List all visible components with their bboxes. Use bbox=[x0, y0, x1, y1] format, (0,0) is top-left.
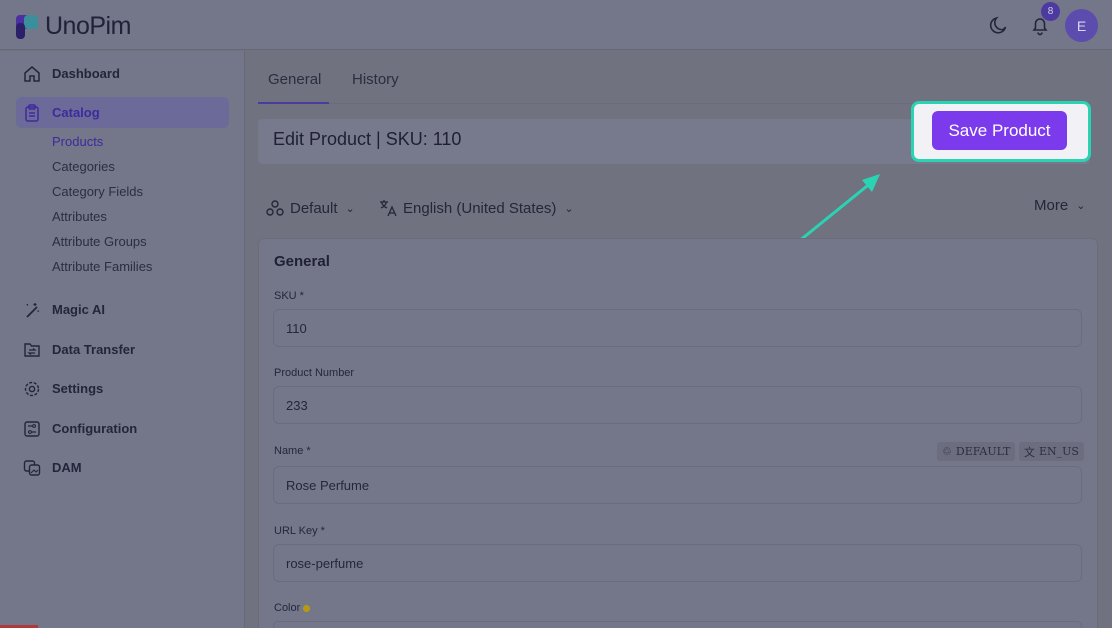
sidebar-item-magic-ai[interactable]: Magic AI bbox=[16, 294, 229, 325]
sku-field[interactable]: 110 bbox=[273, 309, 1082, 347]
avatar[interactable]: E bbox=[1065, 9, 1098, 42]
tab-general[interactable]: General bbox=[268, 71, 321, 88]
sidebar-subitem-attributes[interactable]: Attributes bbox=[52, 209, 107, 224]
sidebar-subitem-products[interactable]: Products bbox=[52, 134, 103, 149]
url-key-label: URL Key * bbox=[274, 525, 325, 537]
product-number-label: Product Number bbox=[274, 367, 355, 379]
required-dot-icon bbox=[303, 604, 311, 612]
notification-badge: 8 bbox=[1041, 2, 1060, 21]
sidebar-item-dam[interactable]: DAM bbox=[16, 452, 229, 483]
chevron-down-icon: ⌄ bbox=[345, 202, 355, 215]
sidebar-item-catalog[interactable]: Catalog bbox=[16, 97, 229, 128]
gear-icon bbox=[22, 379, 42, 399]
magic-wand-icon bbox=[22, 300, 42, 320]
channel-selector[interactable]: Default ⌄ bbox=[264, 197, 355, 219]
more-menu[interactable]: More ⌄ bbox=[1034, 197, 1085, 214]
color-field[interactable] bbox=[273, 621, 1082, 628]
sidebar-item-dashboard[interactable]: Dashboard bbox=[16, 58, 229, 89]
channel-value: Default bbox=[290, 199, 338, 217]
sidebar-subitem-category-fields[interactable]: Category Fields bbox=[52, 184, 143, 199]
page-title: Edit Product | SKU: 110 bbox=[273, 129, 462, 149]
url-key-field[interactable]: rose-perfume bbox=[273, 544, 1082, 582]
tab-history[interactable]: History bbox=[352, 71, 399, 88]
clipboard-icon bbox=[22, 103, 42, 123]
translate-icon bbox=[377, 197, 399, 219]
name-field[interactable]: Rose Perfume bbox=[273, 466, 1082, 504]
locale-scope-icon: 文 bbox=[1024, 445, 1035, 459]
product-number-field[interactable]: 233 bbox=[273, 386, 1082, 424]
sidebar-item-label: Dashboard bbox=[52, 66, 120, 81]
sidebar-item-configuration[interactable]: Configuration bbox=[16, 413, 229, 444]
sidebar-item-label: Magic AI bbox=[52, 302, 105, 317]
channel-scope-text: DEFAULT bbox=[955, 445, 1011, 458]
chevron-down-icon: ⌄ bbox=[564, 202, 574, 215]
sidebar-subitem-attribute-groups[interactable]: Attribute Groups bbox=[52, 234, 147, 249]
data-transfer-icon bbox=[22, 340, 42, 360]
color-label-text: Color bbox=[274, 602, 301, 614]
app-name: UnoPim bbox=[45, 12, 131, 40]
active-tab-indicator bbox=[258, 102, 329, 104]
channel-icon bbox=[264, 197, 286, 219]
dam-media-icon bbox=[22, 458, 42, 478]
channel-scope-tag: ♲ DEFAULT bbox=[937, 442, 1016, 461]
unopim-logo-icon bbox=[15, 14, 41, 40]
sliders-icon bbox=[22, 419, 42, 439]
locale-scope-text: EN_US bbox=[1039, 445, 1079, 458]
chevron-down-icon: ⌄ bbox=[1076, 200, 1086, 212]
sidebar-item-settings[interactable]: Settings bbox=[16, 373, 229, 404]
logo[interactable]: UnoPim bbox=[15, 12, 131, 41]
sidebar-item-label: Catalog bbox=[52, 105, 100, 120]
sidebar-item-label: Data Transfer bbox=[52, 342, 136, 357]
channel-scope-icon: ♲ bbox=[942, 445, 952, 458]
more-label: More bbox=[1034, 197, 1069, 214]
sidebar-subitem-attribute-families[interactable]: Attribute Families bbox=[52, 259, 152, 274]
locale-value: English (United States) bbox=[403, 199, 557, 217]
top-header: UnoPim 8 E bbox=[0, 0, 1112, 50]
locale-selector[interactable]: English (United States) ⌄ bbox=[377, 197, 574, 219]
color-label: Color bbox=[274, 602, 311, 614]
sku-label: SKU * bbox=[274, 290, 304, 302]
sidebar-subitem-categories[interactable]: Categories bbox=[52, 159, 115, 174]
locale-scope-tag: 文 EN_US bbox=[1019, 442, 1084, 461]
save-product-button[interactable]: Save Product bbox=[932, 111, 1067, 150]
name-label: Name * bbox=[274, 445, 311, 457]
dark-mode-moon-icon[interactable] bbox=[988, 14, 1010, 36]
home-icon bbox=[22, 64, 42, 84]
sidebar-item-label: Settings bbox=[52, 381, 104, 396]
sidebar-item-data-transfer[interactable]: Data Transfer bbox=[16, 334, 229, 365]
sidebar-item-label: DAM bbox=[52, 460, 82, 475]
section-title: General bbox=[274, 253, 330, 270]
sidebar-item-label: Configuration bbox=[52, 421, 138, 436]
